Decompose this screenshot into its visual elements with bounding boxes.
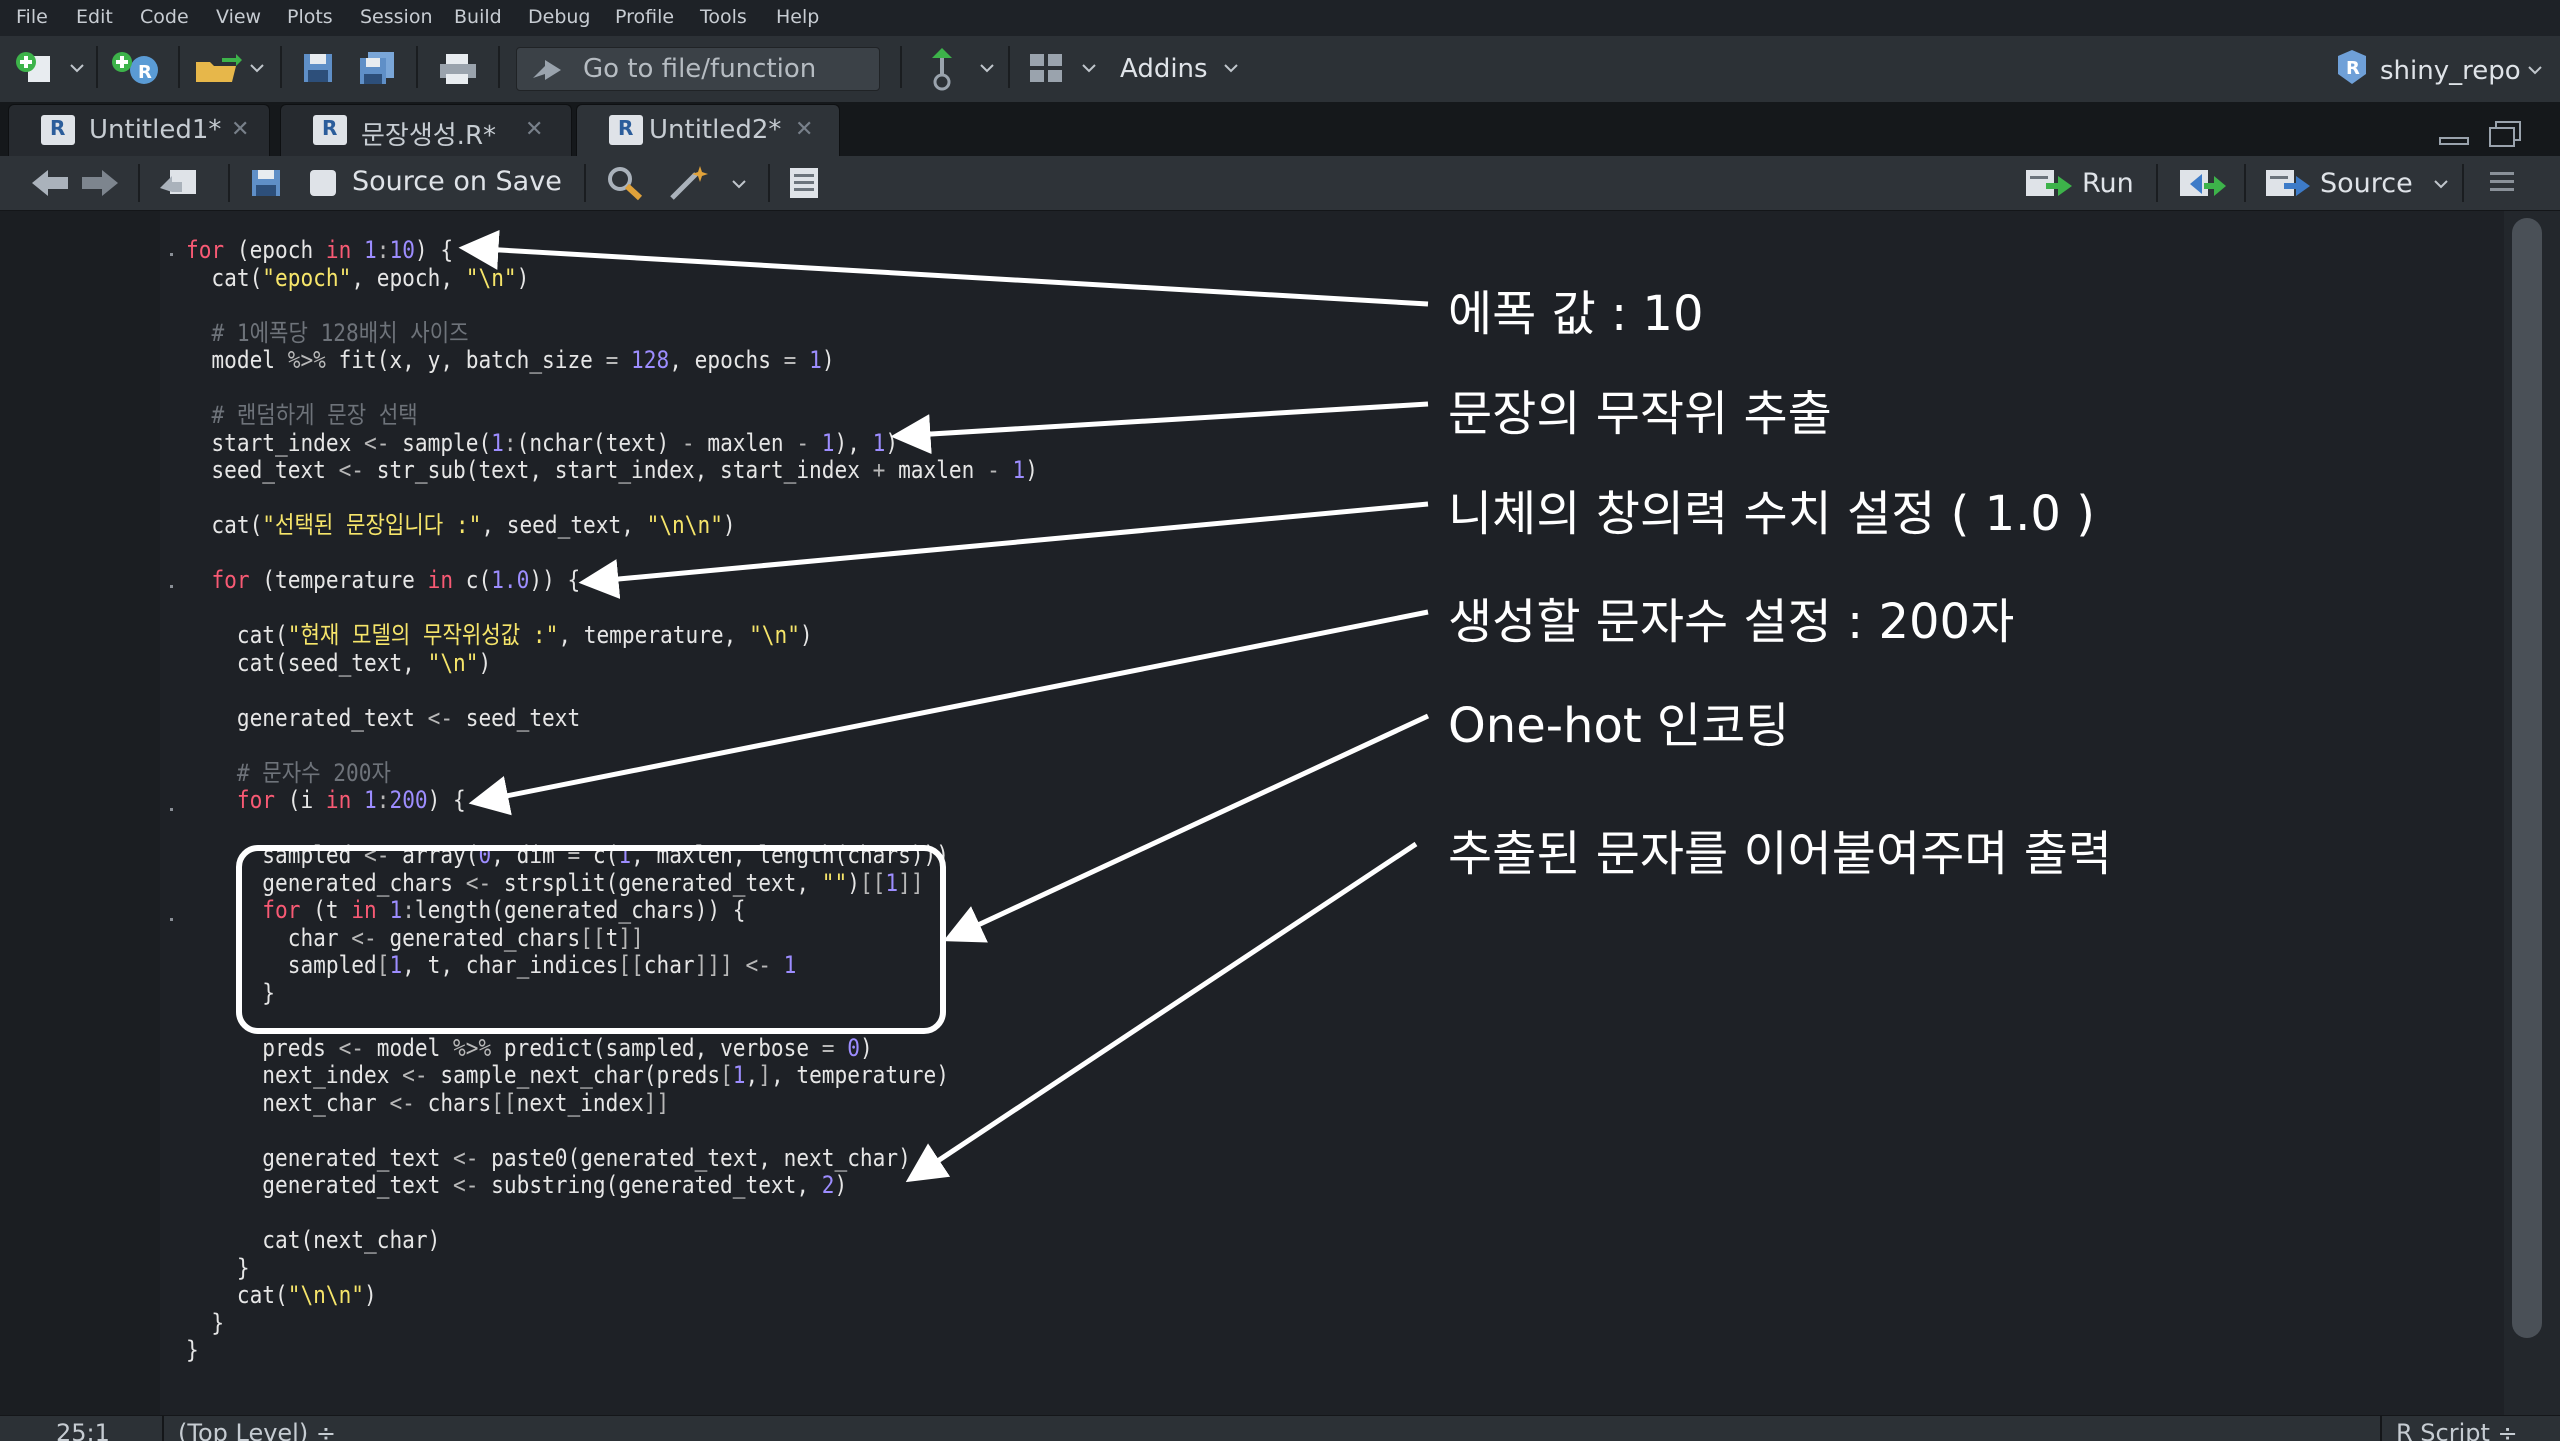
- annotation-one-hot: One-hot 인코팅: [1448, 698, 1790, 754]
- scope-selector[interactable]: (Top Level) ÷: [178, 1419, 336, 1441]
- annotation-output: 추출된 문자를 이어붙여주며 출력: [1448, 826, 2113, 882]
- arrow-temperature: [578, 501, 1429, 599]
- file-type-selector[interactable]: R Script ÷: [2396, 1419, 2518, 1441]
- annotation-random-sentence: 문장의 무작위 추출: [1448, 386, 1832, 442]
- arrow-epoch: [458, 229, 1429, 307]
- annotation-temperature: 니체의 창의력 수치 설정 ( 1.0 ): [1448, 486, 2095, 542]
- annotation-epoch: 에폭 값 : 10: [1448, 286, 1704, 342]
- arrow-output: [905, 841, 1418, 1183]
- arrow-one-hot: [943, 713, 1430, 943]
- annotation-char-count: 생성할 문자수 설정 : 200자: [1448, 594, 2015, 650]
- arrow-char-count: [468, 609, 1429, 816]
- cursor-position: 25:1: [56, 1419, 110, 1441]
- arrow-random-sentence: [890, 401, 1429, 455]
- annotation-arrows: [458, 229, 1430, 1183]
- status-bar: 25:1 (Top Level) ÷ R Script ÷: [0, 1415, 2560, 1441]
